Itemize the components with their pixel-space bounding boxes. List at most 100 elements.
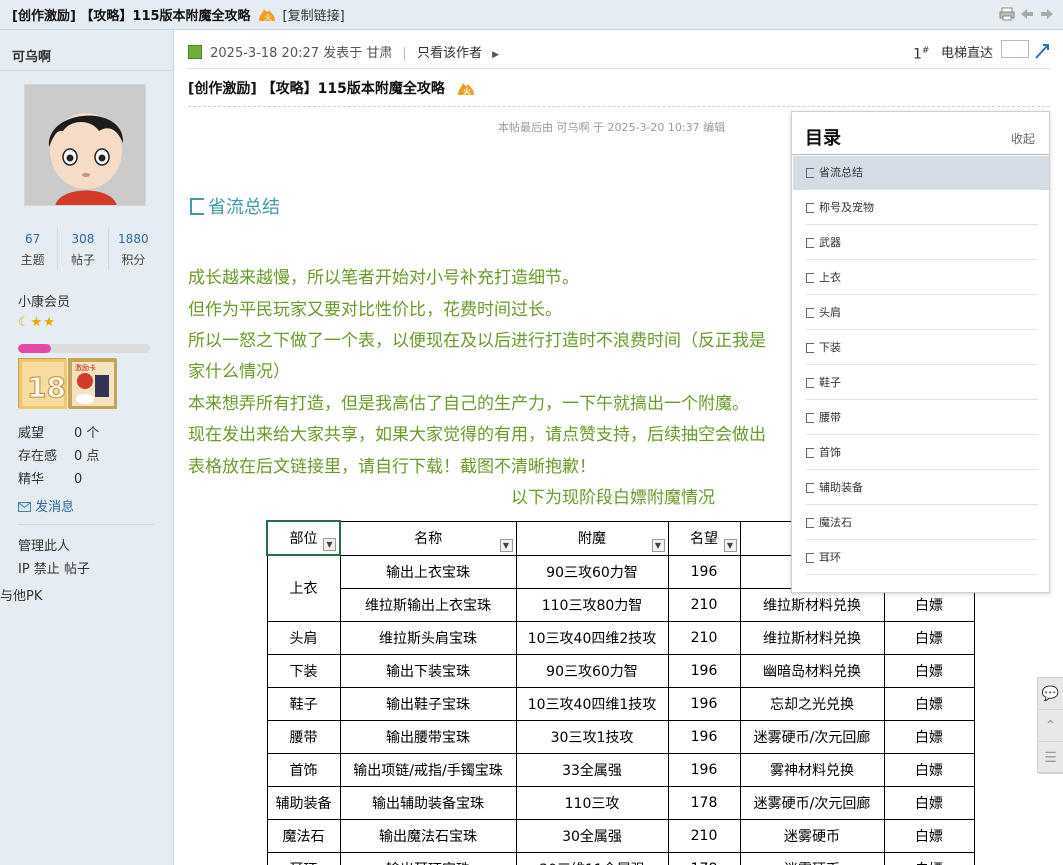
toc-item[interactable]: 上衣 (793, 261, 1049, 295)
toc-item[interactable]: 省流总结 (793, 156, 1049, 190)
toc-item[interactable]: 下装 (793, 331, 1049, 365)
table-cell[interactable]: 迷雾硬币 (739, 851, 885, 865)
table-cell[interactable]: 忘却之光兑换 (739, 686, 885, 721)
table-cell[interactable]: 90三攻60力智 (515, 653, 669, 688)
toc-item[interactable]: 辅助装备 (793, 471, 1049, 505)
table-cell[interactable]: 输出耳环宝珠 (339, 851, 517, 865)
filter-dropdown-icon[interactable]: ▼ (499, 538, 513, 552)
table-cell[interactable]: 30三维11全属强 (515, 851, 669, 865)
medal-anniversary-icon[interactable]: 18 (18, 358, 67, 409)
filter-dropdown-icon[interactable]: ▼ (723, 538, 737, 552)
stat-threads[interactable]: 67 主题 (8, 228, 59, 270)
table-cell[interactable]: 维拉斯材料兑换 (739, 620, 885, 655)
table-cell[interactable]: 维拉斯头肩宝珠 (339, 620, 517, 655)
toc-item[interactable]: 腰带 (793, 401, 1049, 435)
toc-item[interactable]: 鞋子 (793, 366, 1049, 400)
table-cell[interactable]: 维拉斯输出上衣宝珠 (339, 587, 517, 622)
table-cell[interactable]: 头肩 (266, 620, 341, 655)
toc-item[interactable]: 称号及宠物 (793, 191, 1049, 225)
column-header-fame[interactable]: 名望 ▼ (667, 520, 741, 556)
table-cell[interactable]: 210 (667, 620, 741, 655)
table-cell[interactable]: 10三攻40四维2技攻 (515, 620, 669, 655)
stat-posts[interactable]: 308 帖子 (58, 228, 109, 270)
author-name[interactable]: 可乌啊 (12, 46, 51, 65)
toc-item[interactable]: 武器 (793, 226, 1049, 260)
table-cell[interactable]: 上衣 (266, 554, 341, 622)
table-cell[interactable]: 白嫖 (883, 620, 975, 655)
table-cell[interactable]: 178 (667, 785, 741, 820)
table-cell[interactable]: 白嫖 (883, 653, 975, 688)
table-cell[interactable]: 腰带 (266, 719, 341, 754)
medal-incentive-card-icon[interactable]: 激励卡 (68, 358, 117, 409)
prev-thread-icon[interactable] (1019, 7, 1035, 21)
toc-collapse-button[interactable]: 收起 (1011, 130, 1035, 147)
table-cell[interactable]: 迷雾硬币 (739, 818, 885, 853)
table-cell[interactable]: 196 (667, 752, 741, 787)
table-cell[interactable]: 雾神材料兑换 (739, 752, 885, 787)
table-cell[interactable]: 魔法石 (266, 818, 341, 853)
column-header-enchant[interactable]: 附魔 ▼ (515, 520, 669, 556)
table-cell[interactable]: 白嫖 (883, 719, 975, 754)
table-cell[interactable]: 白嫖 (883, 752, 975, 787)
user-group[interactable]: 小康会员 (18, 291, 70, 310)
column-header-name[interactable]: 名称 ▼ (339, 520, 517, 556)
only-author-link[interactable]: 只看该作者 (417, 46, 482, 61)
table-cell[interactable]: 输出上衣宝珠 (339, 554, 517, 589)
table-cell[interactable]: 30全属强 (515, 818, 669, 853)
manage-user-link[interactable]: 管理此人 (18, 535, 70, 554)
toc-item[interactable]: 魔法石 (793, 506, 1049, 540)
next-thread-icon[interactable] (1039, 7, 1055, 21)
toc-item[interactable]: 耳环 (793, 541, 1049, 575)
table-cell[interactable]: 白嫖 (883, 818, 975, 853)
table-cell[interactable]: 输出下装宝珠 (339, 653, 517, 688)
table-cell[interactable]: 196 (667, 653, 741, 688)
filter-dropdown-icon[interactable]: ▼ (323, 538, 336, 551)
back-to-top-icon[interactable]: ⌃ (1038, 710, 1063, 742)
table-cell[interactable]: 白嫖 (883, 785, 975, 820)
list-icon[interactable]: ☰ (1038, 742, 1063, 774)
toc-item[interactable]: 头肩 (793, 296, 1049, 330)
floor-number[interactable]: 1# (913, 46, 929, 63)
table-cell[interactable]: 输出魔法石宝珠 (339, 818, 517, 853)
table-cell[interactable]: 30三攻1技攻 (515, 719, 669, 754)
table-cell[interactable]: 输出鞋子宝珠 (339, 686, 517, 721)
table-cell[interactable]: 下装 (266, 653, 341, 688)
table-cell[interactable]: 白嫖 (883, 851, 975, 865)
table-cell[interactable]: 196 (667, 554, 741, 589)
table-cell[interactable]: 输出腰带宝珠 (339, 719, 517, 754)
table-cell[interactable]: 幽暗岛材料兑换 (739, 653, 885, 688)
table-cell[interactable]: 辅助装备 (266, 785, 341, 820)
avatar[interactable] (24, 84, 146, 206)
table-cell[interactable]: 196 (667, 719, 741, 754)
copy-link-button[interactable]: [复制链接] (283, 5, 345, 24)
table-cell[interactable]: 鞋子 (266, 686, 341, 721)
toc-item[interactable]: 首饰 (793, 436, 1049, 470)
svg-text:火: 火 (264, 13, 272, 22)
table-cell[interactable]: 110三攻 (515, 785, 669, 820)
table-cell[interactable]: 196 (667, 686, 741, 721)
ip-ban-link[interactable]: IP 禁止 帖子 (18, 558, 90, 577)
pk-link[interactable]: 与他PK (0, 585, 42, 604)
column-header-slot[interactable]: 部位 ▼ (266, 520, 341, 556)
send-message-button[interactable]: 发消息 (18, 496, 74, 515)
table-cell[interactable]: 输出项链/戒指/手镯宝珠 (339, 752, 517, 787)
stat-points[interactable]: 1880 积分 (109, 228, 158, 270)
table-cell[interactable]: 迷雾硬币/次元回廊 (739, 785, 885, 820)
filter-dropdown-icon[interactable]: ▼ (651, 538, 665, 552)
comment-icon[interactable]: 💬 (1038, 678, 1063, 710)
table-cell[interactable]: 白嫖 (883, 686, 975, 721)
table-cell[interactable]: 迷雾硬币/次元回廊 (739, 719, 885, 754)
table-cell[interactable]: 首饰 (266, 752, 341, 787)
table-cell[interactable]: 110三攻80力智 (515, 587, 669, 622)
table-cell[interactable]: 输出辅助装备宝珠 (339, 785, 517, 820)
table-cell[interactable]: 10三攻40四维1技攻 (515, 686, 669, 721)
elevator-input[interactable] (1001, 40, 1029, 58)
table-cell[interactable]: 210 (667, 818, 741, 853)
table-cell[interactable]: 178 (667, 851, 741, 865)
table-cell[interactable]: 耳环 (266, 851, 341, 865)
table-cell[interactable]: 210 (667, 587, 741, 622)
table-cell[interactable]: 90三攻60力智 (515, 554, 669, 589)
table-cell[interactable]: 33全属强 (515, 752, 669, 787)
jump-arrow-icon[interactable] (1034, 42, 1050, 60)
print-icon[interactable] (999, 7, 1015, 21)
